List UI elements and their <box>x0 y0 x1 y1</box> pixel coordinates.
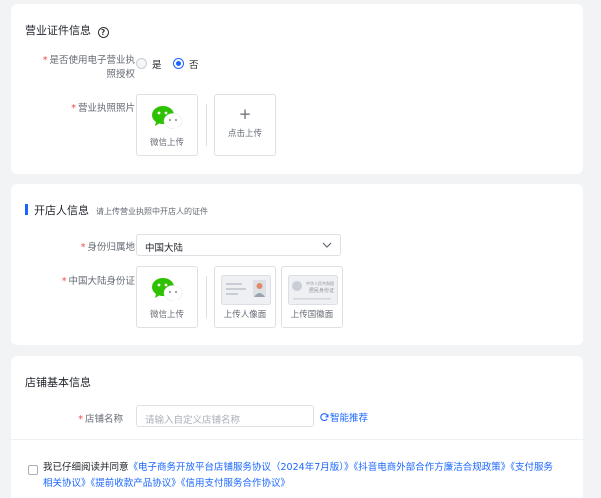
wechat-icon <box>152 278 183 302</box>
agreement-doc-payment-2[interactable]: 相关协议》 <box>43 478 91 489</box>
wechat-upload-box-license[interactable]: 微信上传 <box>136 94 198 156</box>
shop-name-label-text: 店铺名称 <box>84 414 123 425</box>
click-upload-text: 点击上传 <box>227 129 262 139</box>
wechat-upload-box-id[interactable]: 微信上传 <box>136 266 198 328</box>
question-circle-icon[interactable]: ? <box>97 27 109 38</box>
chevron-down-icon <box>322 242 332 248</box>
shop-basic-info-card: 店铺基本信息 * 店铺名称 请输入自定义店铺名称 智能推荐 我已仔细阅读并同意《电… <box>11 356 583 498</box>
agreement-doc-credit-payment[interactable]: 《信用支付服务合作协议》 <box>181 478 290 489</box>
shop-name-placeholder: 请输入自定义店铺名称 <box>145 415 241 426</box>
id-card-portrait-icon <box>221 275 271 305</box>
section-title: 店铺基本信息 <box>25 376 91 389</box>
agreement-doc-early-collection[interactable]: 《提前收款产品协议》 <box>91 478 181 489</box>
upload-emblem-box[interactable]: 中华人民共和国 居民身份证 上传国徽面 <box>281 266 343 328</box>
id-region-label: * 身份归属地 <box>80 242 135 253</box>
agreement-doc-payment-1[interactable]: 《支付服务 <box>510 462 553 473</box>
refresh-icon <box>320 413 329 422</box>
business-license-card: 营业证件信息 ? * 是否使用电子营业执 照授权 是 否 * 营业执照照片 微信上传… <box>11 4 583 174</box>
license-photo-label: * 营业执照照片 <box>71 103 135 114</box>
radio-no-label[interactable]: 否 <box>189 57 199 71</box>
shop-owner-header: 开店人信息 请上传营业执照中开店人的证件 <box>34 202 208 218</box>
upload-emblem-text: 上传国徽面 <box>290 310 334 320</box>
shop-owner-card: 开店人信息 请上传营业执照中开店人的证件 * 身份归属地 中国大陆 * 中国大陆身份… <box>11 184 583 345</box>
plus-icon: + <box>238 105 252 123</box>
e-license-label-line2: 照授权 <box>106 69 135 80</box>
wechat-upload-text: 微信上传 <box>149 138 184 148</box>
id-card-emblem-icon: 中华人民共和国 居民身份证 <box>288 275 338 305</box>
radio-no[interactable] <box>173 58 184 69</box>
divider <box>11 439 583 440</box>
click-upload-box[interactable]: + 点击上传 <box>214 94 276 156</box>
e-license-auth-label: * 是否使用电子营业执 照授权 <box>25 54 135 82</box>
radio-yes-label[interactable]: 是 <box>152 57 162 71</box>
e-license-label-line1: 是否使用电子营业执 <box>49 55 135 66</box>
shop-name-input[interactable]: 请输入自定义店铺名称 <box>136 405 314 427</box>
wechat-upload-text: 微信上传 <box>149 310 184 320</box>
section-title: 营业证件信息 <box>25 24 91 37</box>
upload-portrait-box[interactable]: 上传人像面 <box>214 266 276 328</box>
shop-name-label: * 店铺名称 <box>78 414 123 425</box>
emblem-card-text-2: 居民身份证 <box>309 287 334 294</box>
wechat-icon <box>152 106 183 130</box>
agree-checkbox[interactable] <box>28 465 38 475</box>
radio-yes[interactable] <box>136 58 147 69</box>
smart-recommend-button[interactable]: 智能推荐 <box>320 410 368 424</box>
id-card-label: * 中国大陆身份证 <box>61 276 135 287</box>
id-region-value: 中国大陆 <box>145 243 184 254</box>
id-card-label-text: 中国大陆身份证 <box>68 276 135 287</box>
license-photo-label-text: 营业执照照片 <box>77 103 135 114</box>
upload-divider <box>206 104 207 146</box>
agreement-doc-compliance[interactable]: 《抖音电商外部合作方廉洁合规政策》 <box>354 462 511 473</box>
section-accent-bar <box>25 204 28 215</box>
section-subtitle: 请上传营业执照中开店人的证件 <box>96 207 209 216</box>
business-license-section: 营业证件信息 ? <box>25 22 109 38</box>
section-title: 开店人信息 <box>34 204 89 217</box>
agreement-text: 我已仔细阅读并同意《电子商务开放平台店铺服务协议（2024年7月版）》《抖音电商… <box>43 460 581 492</box>
upload-divider <box>206 276 207 318</box>
upload-portrait-text: 上传人像面 <box>223 310 267 320</box>
agreement-doc-shop-service[interactable]: 《电子商务开放平台店铺服务协议（2024年7月版）》 <box>129 462 354 473</box>
smart-recommend-text: 智能推荐 <box>330 413 369 424</box>
id-region-label-text: 身份归属地 <box>87 242 135 253</box>
emblem-card-text-1: 中华人民共和国 <box>306 280 334 286</box>
agreement-prefix: 我已仔细阅读并同意 <box>43 462 129 473</box>
id-region-select[interactable]: 中国大陆 <box>136 234 341 256</box>
